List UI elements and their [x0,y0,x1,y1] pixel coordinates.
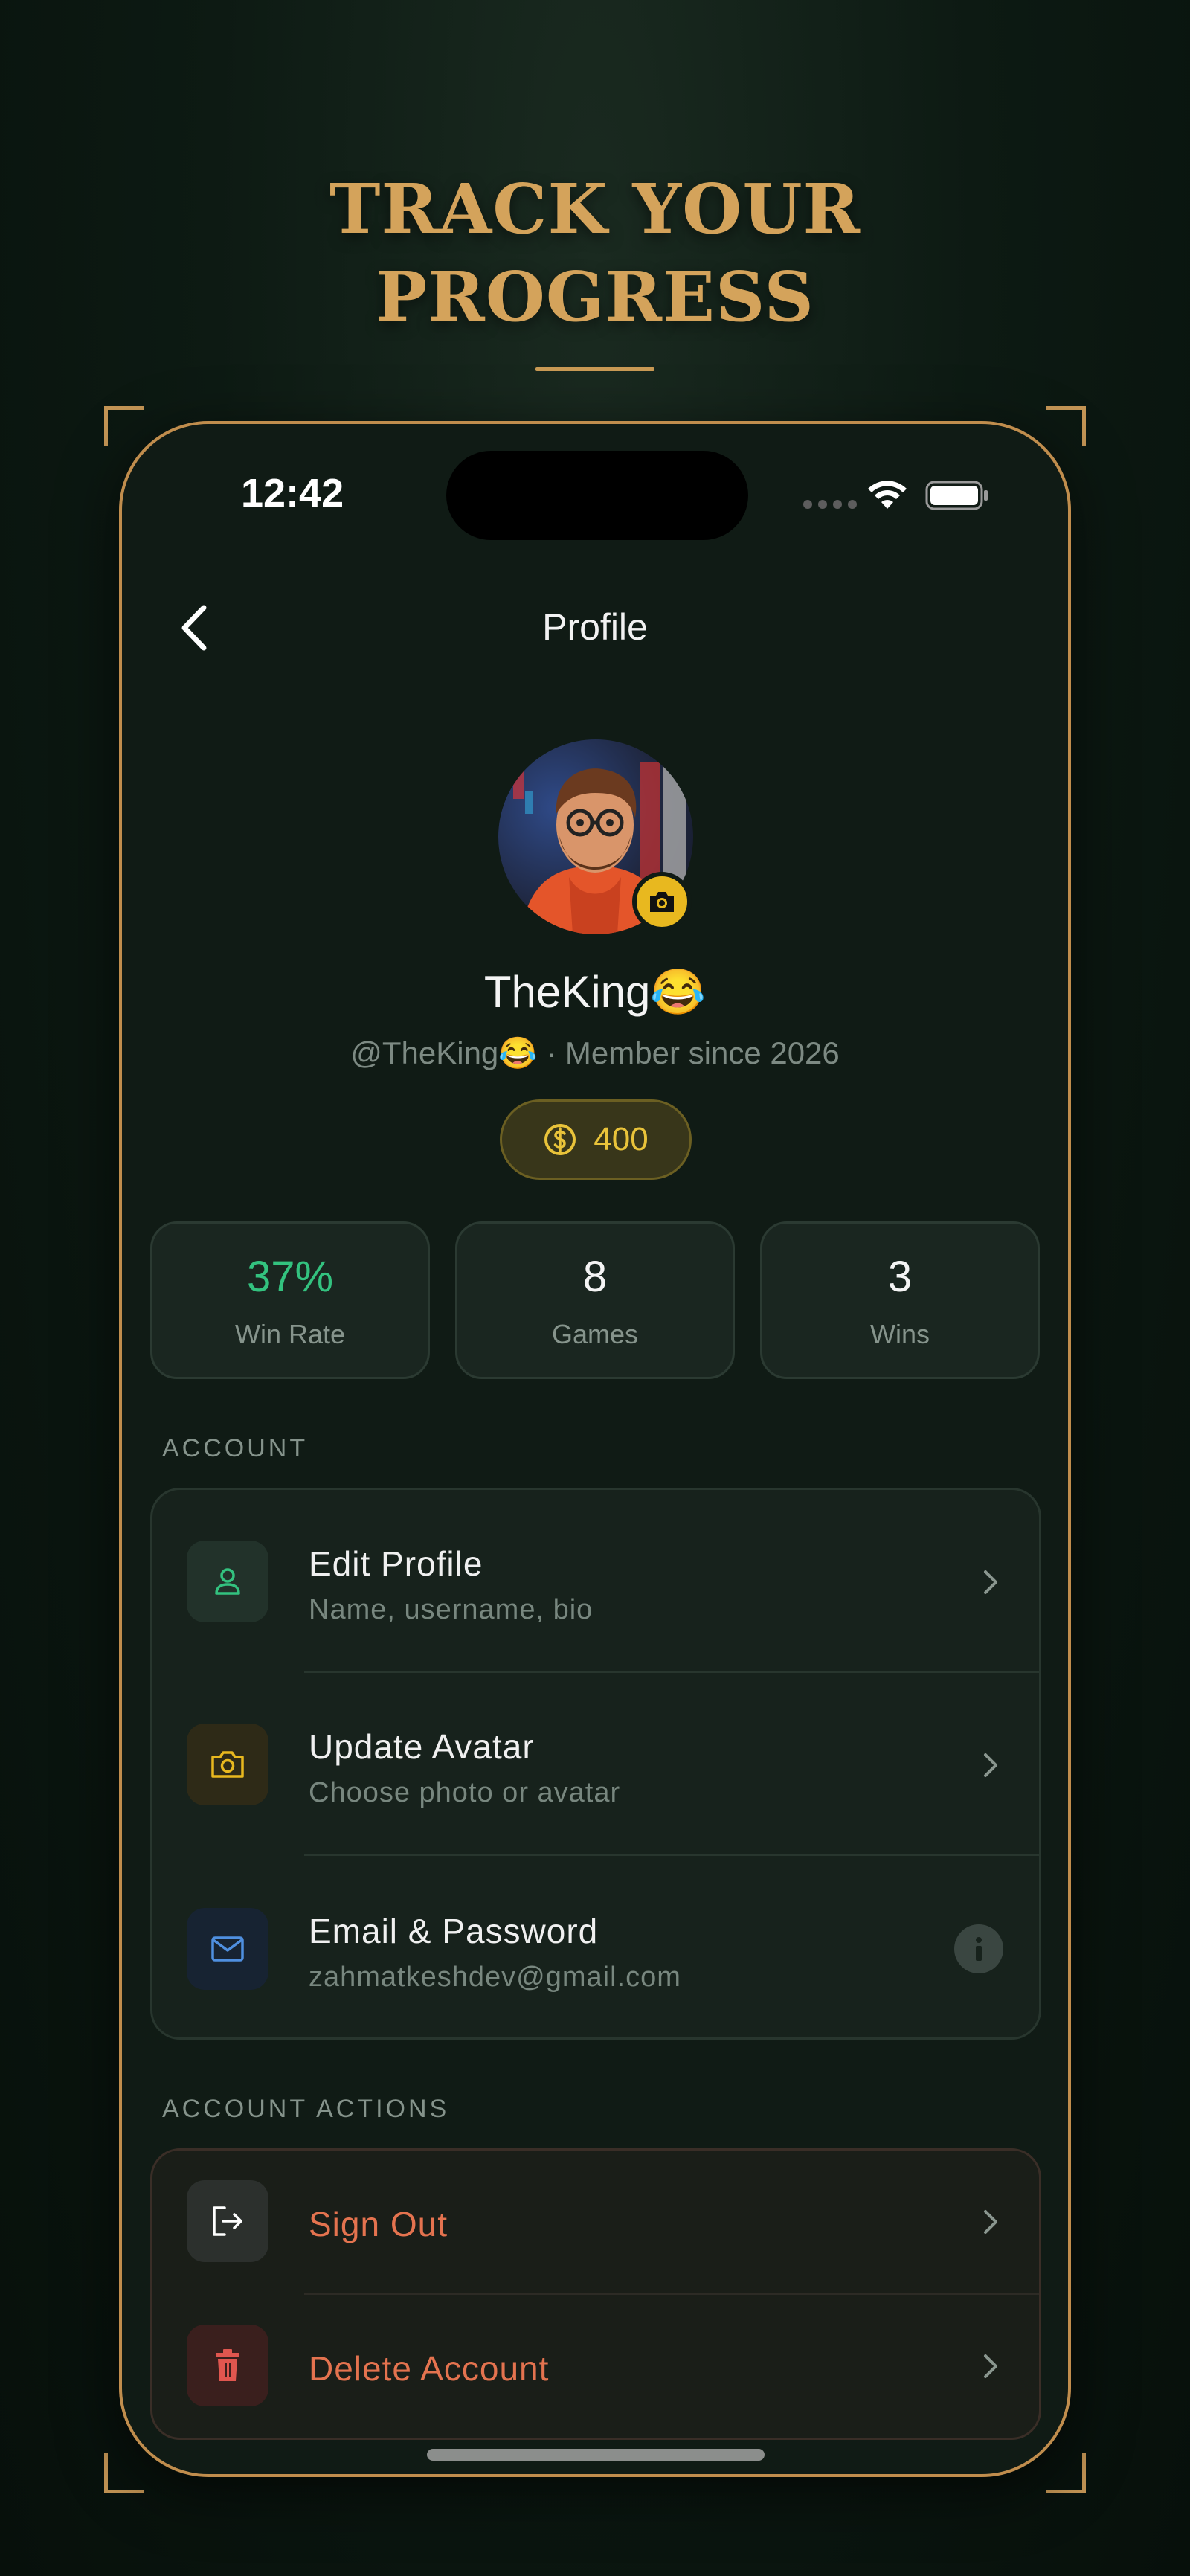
battery-icon [925,481,988,510]
update-avatar-icon-box [187,1724,268,1805]
frame-corner-bottom-right [1046,2453,1086,2493]
mail-icon [211,1936,244,1962]
edit-profile-row[interactable]: Edit Profile Name, username, bio [152,1490,1039,1673]
coin-balance-badge: 400 [500,1099,692,1180]
frame-corner-top-left [104,406,144,446]
account-settings-group: Edit Profile Name, username, bio Update … [150,1488,1041,2040]
promo-headline: TRACK YOUR PROGRESS [0,165,1190,341]
member-since: Member since 2026 [565,1035,840,1070]
row-subtitle: Choose photo or avatar [309,1777,621,1808]
stat-card-win-rate: 37% Win Rate [150,1221,430,1379]
row-title: Delete Account [309,2349,550,2388]
sign-out-row[interactable]: Sign Out [152,2151,1039,2295]
profile-subline: @TheKing😂 · Member since 2026 [122,1035,1068,1072]
row-title: Sign Out [309,2205,448,2243]
frame-corner-top-right [1046,406,1086,446]
chevron-right-icon [984,1753,997,1777]
separator: · [537,1035,565,1070]
frame-corner-bottom-left [104,2453,144,2493]
camera-icon [211,1751,244,1778]
info-icon[interactable] [954,1924,1003,1973]
delete-account-row[interactable]: Delete Account [152,2295,1039,2438]
stat-card-games: 8 Games [455,1221,735,1379]
change-avatar-button[interactable] [632,872,692,931]
row-subtitle: zahmatkeshdev@gmail.com [309,1962,681,1993]
stat-value: 37% [246,1253,334,1301]
section-label-account-actions: ACCOUNT ACTIONS [162,2095,450,2123]
avatar-container[interactable] [498,739,693,934]
status-time: 12:42 [241,471,344,515]
chevron-right-icon [984,1570,997,1594]
update-avatar-row[interactable]: Update Avatar Choose photo or avatar [152,1673,1039,1856]
row-title: Update Avatar [309,1727,535,1766]
row-title: Edit Profile [309,1544,483,1583]
cellular-signal-icon [803,500,857,509]
user-icon [215,1568,240,1595]
handle: @TheKing😂 [350,1035,538,1070]
page-title: Profile [542,606,648,648]
home-indicator[interactable] [427,2449,765,2461]
headline-line-1: TRACK YOUR [329,169,861,249]
stat-label: Win Rate [234,1319,346,1349]
edit-profile-icon-box [187,1541,268,1622]
headline-underline [536,367,654,371]
email-icon-box [187,1908,268,1990]
stat-value: 3 [887,1253,913,1301]
account-actions-group: Sign Out Delete Account [150,2148,1041,2440]
stat-label: Games [551,1319,639,1349]
camera-icon [650,892,674,912]
email-password-row[interactable]: Email & Password zahmatkeshdev@gmail.com [152,1856,1039,2037]
stat-value: 8 [582,1253,608,1301]
section-label-account: ACCOUNT [162,1434,309,1462]
dynamic-island [446,451,748,540]
trash-icon [216,2349,239,2381]
headline-line-2: PROGRESS [376,257,814,337]
delete-icon-box [187,2325,268,2406]
row-title: Email & Password [309,1912,599,1950]
sign-out-icon-box [187,2180,268,2262]
stat-label: Wins [870,1319,930,1349]
chevron-right-icon [984,2354,997,2378]
sign-out-icon [213,2206,242,2236]
dollar-coin-icon [544,1124,576,1155]
stat-card-wins: 3 Wins [760,1221,1040,1379]
coin-balance: 400 [594,1121,649,1157]
row-subtitle: Name, username, bio [309,1594,594,1625]
phone-frame: 12:42 Profile TheKing😂 @TheKing😂 · Membe… [119,421,1071,2477]
display-name: TheKing😂 [483,967,707,1017]
wifi-icon [868,481,907,509]
chevron-right-icon [984,2210,997,2234]
